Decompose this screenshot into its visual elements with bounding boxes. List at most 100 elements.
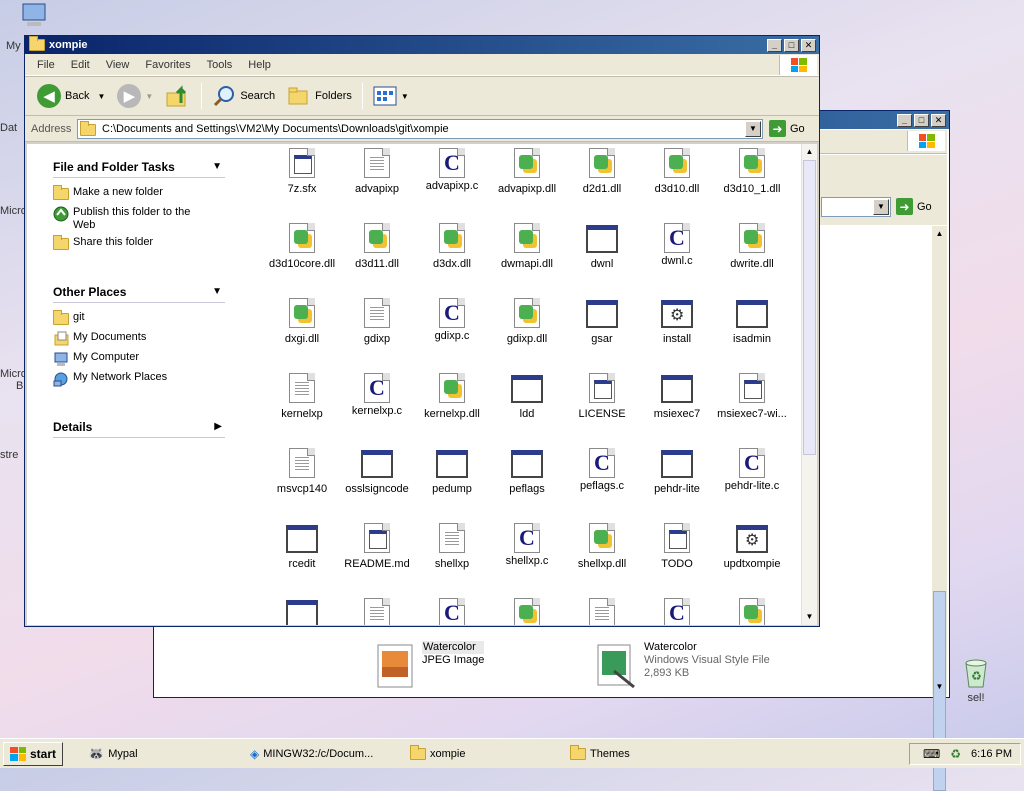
chevron-down-icon[interactable]: ▼ bbox=[97, 92, 105, 101]
file-item[interactable]: rcedit bbox=[265, 523, 339, 570]
taskbar-item-mingw[interactable]: ◈ MINGW32:/c/Docum... bbox=[250, 744, 373, 764]
file-item[interactable]: d3d10core.dll bbox=[265, 223, 339, 270]
chevron-down-icon[interactable]: ▼ bbox=[745, 120, 761, 137]
file-item[interactable]: ldd bbox=[490, 373, 564, 420]
folders-button[interactable]: Folders bbox=[281, 80, 358, 112]
file-item[interactable]: d2d1.dll bbox=[565, 148, 639, 195]
file-item[interactable]: Cdwnl.c bbox=[640, 223, 714, 267]
file-item[interactable]: Cgdixp.c bbox=[415, 298, 489, 342]
file-item[interactable]: Watercolor JPEG Image bbox=[376, 641, 485, 689]
expand-icon[interactable]: ▶ bbox=[214, 421, 222, 432]
scroll-up-icon[interactable]: ▲ bbox=[802, 144, 817, 160]
file-item[interactable]: shellxp.dll bbox=[565, 523, 639, 570]
file-item[interactable]: isadmin bbox=[715, 298, 789, 345]
up-folder-button[interactable] bbox=[159, 80, 197, 112]
place-git-link[interactable]: git bbox=[53, 310, 201, 325]
chevron-down-icon[interactable]: ▼ bbox=[873, 199, 889, 215]
close-button[interactable]: ✕ bbox=[801, 38, 816, 52]
file-item[interactable]: Cadvapixp.c bbox=[415, 148, 489, 192]
vertical-scrollbar[interactable]: ▲ ▼ bbox=[801, 144, 817, 625]
file-item[interactable]: peflags bbox=[490, 448, 564, 495]
place-my-documents-link[interactable]: My Documents bbox=[53, 331, 201, 347]
my-computer-desktop-icon[interactable] bbox=[18, 2, 50, 32]
scroll-down-icon[interactable]: ▼ bbox=[932, 679, 947, 695]
file-item[interactable]: C bbox=[415, 598, 489, 625]
file-item[interactable]: Watercolor Windows Visual Style File 2,8… bbox=[596, 641, 770, 689]
file-item[interactable]: pedump bbox=[415, 448, 489, 495]
file-item[interactable]: msiexec7-wi... bbox=[715, 373, 789, 420]
clock[interactable]: 6:16 PM bbox=[971, 748, 1012, 760]
file-item[interactable]: C bbox=[640, 598, 714, 625]
file-item[interactable]: d3d10.dll bbox=[640, 148, 714, 195]
menu-view[interactable]: View bbox=[98, 59, 138, 71]
file-item[interactable]: shellxp bbox=[415, 523, 489, 570]
forward-button[interactable]: ▶ ▼ bbox=[111, 80, 159, 112]
file-item[interactable]: dwrite.dll bbox=[715, 223, 789, 270]
share-folder-link[interactable]: Share this folder bbox=[53, 235, 201, 250]
minimize-button[interactable]: _ bbox=[767, 38, 782, 52]
chevron-down-icon[interactable]: ▼ bbox=[145, 92, 153, 101]
scroll-up-icon[interactable]: ▲ bbox=[932, 226, 947, 242]
go-button[interactable]: ➜ Go bbox=[769, 120, 805, 137]
themes-vertical-scrollbar[interactable]: ▲ ▼ bbox=[931, 226, 947, 791]
file-item[interactable]: install bbox=[640, 298, 714, 345]
minimize-button[interactable]: _ bbox=[897, 113, 912, 127]
file-item[interactable]: advapixp bbox=[340, 148, 414, 195]
file-item[interactable] bbox=[565, 598, 639, 625]
file-item[interactable]: kernelxp.dll bbox=[415, 373, 489, 420]
file-item[interactable]: updtxompie bbox=[715, 523, 789, 570]
start-button[interactable]: start bbox=[3, 741, 64, 766]
safely-remove-hardware-icon[interactable]: ♻ bbox=[950, 747, 961, 761]
back-button[interactable]: ◀ Back ▼ bbox=[31, 80, 111, 112]
file-item[interactable]: Ckernelxp.c bbox=[340, 373, 414, 417]
taskbar-item-xompie[interactable]: xompie bbox=[410, 744, 465, 764]
themes-address-combo[interactable]: ▼ bbox=[821, 197, 891, 217]
close-button[interactable]: ✕ bbox=[931, 113, 946, 127]
file-item[interactable]: Cpeflags.c bbox=[565, 448, 639, 492]
file-item[interactable]: kernelxp bbox=[265, 373, 339, 420]
file-item[interactable] bbox=[265, 598, 339, 625]
search-button[interactable]: Search bbox=[206, 80, 281, 112]
file-item[interactable]: d3d10_1.dll bbox=[715, 148, 789, 195]
maximize-button[interactable]: □ bbox=[914, 113, 929, 127]
file-item[interactable]: dxgi.dll bbox=[265, 298, 339, 345]
file-item[interactable]: LICENSE bbox=[565, 373, 639, 420]
file-item[interactable]: pehdr-lite bbox=[640, 448, 714, 495]
details-header[interactable]: Details ▶ bbox=[53, 420, 225, 438]
make-new-folder-link[interactable]: Make a new folder bbox=[53, 185, 201, 200]
place-my-network-places-link[interactable]: My Network Places bbox=[53, 371, 201, 387]
file-item[interactable]: d3d11.dll bbox=[340, 223, 414, 270]
views-button[interactable]: ▼ bbox=[367, 80, 415, 112]
taskbar-item-themes[interactable]: Themes bbox=[570, 744, 630, 764]
file-item[interactable]: README.md bbox=[340, 523, 414, 570]
file-item[interactable]: gdixp.dll bbox=[490, 298, 564, 345]
themes-go-button[interactable]: ➜ Go bbox=[896, 198, 932, 215]
menu-help[interactable]: Help bbox=[240, 59, 279, 71]
menu-file[interactable]: File bbox=[29, 59, 63, 71]
file-item[interactable]: dwnl bbox=[565, 223, 639, 270]
file-item[interactable]: Cpehdr-lite.c bbox=[715, 448, 789, 492]
file-item[interactable]: d3dx.dll bbox=[415, 223, 489, 270]
menu-favorites[interactable]: Favorites bbox=[137, 59, 198, 71]
collapse-icon[interactable]: ▼ bbox=[212, 286, 222, 297]
file-item[interactable]: advapixp.dll bbox=[490, 148, 564, 195]
menu-edit[interactable]: Edit bbox=[63, 59, 98, 71]
chevron-down-icon[interactable]: ▼ bbox=[401, 92, 409, 101]
keyboard-icon[interactable]: ⌨ bbox=[923, 747, 940, 761]
file-item[interactable] bbox=[715, 598, 789, 625]
file-item[interactable]: gsar bbox=[565, 298, 639, 345]
menu-tools[interactable]: Tools bbox=[199, 59, 241, 71]
file-item[interactable]: 7z.sfx bbox=[265, 148, 339, 195]
file-item[interactable]: msvcp140 bbox=[265, 448, 339, 495]
file-item[interactable]: gdixp bbox=[340, 298, 414, 345]
file-folder-tasks-header[interactable]: File and Folder Tasks ▼ bbox=[53, 160, 225, 178]
file-item[interactable]: dwmapi.dll bbox=[490, 223, 564, 270]
file-item[interactable] bbox=[340, 598, 414, 625]
explorer-titlebar[interactable]: xompie _ □ ✕ bbox=[25, 36, 819, 54]
scroll-thumb[interactable] bbox=[803, 160, 816, 455]
collapse-icon[interactable]: ▼ bbox=[212, 161, 222, 172]
scroll-down-icon[interactable]: ▼ bbox=[802, 609, 817, 625]
place-my-computer-link[interactable]: My Computer bbox=[53, 351, 201, 367]
other-places-header[interactable]: Other Places ▼ bbox=[53, 285, 225, 303]
taskbar-item-mypal[interactable]: 🦝 Mypal bbox=[88, 744, 138, 764]
